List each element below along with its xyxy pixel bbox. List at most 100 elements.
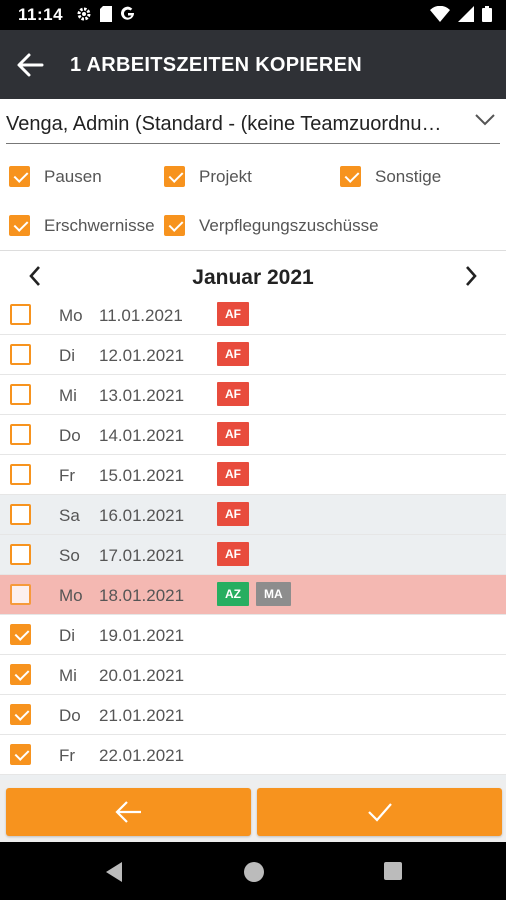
sd-card-icon <box>100 6 112 27</box>
filter-projekt-checkbox[interactable] <box>164 166 185 187</box>
day-date: 19.01.2021 <box>99 626 185 645</box>
day-date: 15.01.2021 <box>99 466 185 485</box>
action-bar <box>0 780 506 842</box>
page-title: 1 ARBEITSZEITEN KOPIEREN <box>70 54 363 76</box>
filter-erschwernisse[interactable]: Erschwernisse <box>9 215 155 236</box>
day-date: 16.01.2021 <box>99 506 185 525</box>
day-row[interactable]: Mo 11.01.2021 AF <box>0 295 506 335</box>
filter-erschwernisse-label: Erschwernisse <box>44 215 155 235</box>
day-name: Di <box>59 346 76 365</box>
user-select-dropdown[interactable]: Venga, Admin (Standard - (keine Teamzuor… <box>0 99 506 145</box>
filter-verpflegungszuschuesse-checkbox[interactable] <box>164 215 185 236</box>
badge-af: AF <box>217 422 249 446</box>
status-bar: 11:14 <box>0 0 506 30</box>
day-checkbox[interactable] <box>10 384 31 405</box>
day-date: 17.01.2021 <box>99 546 185 565</box>
day-name: Mi <box>59 666 77 685</box>
day-list: Mo 11.01.2021 AF Di 12.01.2021 AF Mi 13.… <box>0 295 506 780</box>
day-checkbox[interactable] <box>10 664 31 685</box>
badge-af: AF <box>217 302 249 326</box>
back-arrow-icon[interactable] <box>14 50 46 80</box>
day-checkbox[interactable] <box>10 424 31 445</box>
nav-recents-icon[interactable] <box>383 861 403 886</box>
day-row[interactable]: Mi 13.01.2021 AF <box>0 375 506 415</box>
filter-pausen-label: Pausen <box>44 166 102 186</box>
dropdown-underline <box>6 143 500 144</box>
filter-verpflegungszuschuesse-label: Verpflegungszuschüsse <box>199 215 379 235</box>
badge-af: AF <box>217 342 249 366</box>
battery-icon <box>482 6 492 27</box>
nav-back-icon[interactable] <box>104 861 124 888</box>
filter-sonstige[interactable]: Sonstige <box>340 166 441 187</box>
filter-projekt[interactable]: Projekt <box>164 166 252 187</box>
badge-ma: MA <box>256 582 291 606</box>
day-checkbox[interactable] <box>10 304 31 325</box>
day-row[interactable]: Fr 15.01.2021 AF <box>0 455 506 495</box>
day-row[interactable]: So 17.01.2021 AF <box>0 535 506 575</box>
signal-icon <box>458 6 474 27</box>
google-icon <box>120 6 136 27</box>
day-row[interactable]: Sa 16.01.2021 AF <box>0 495 506 535</box>
filter-pausen[interactable]: Pausen <box>9 166 102 187</box>
day-name: Fr <box>59 466 76 485</box>
filter-sonstige-label: Sonstige <box>375 166 442 186</box>
day-row[interactable]: Mi 20.01.2021 <box>0 655 506 695</box>
badge-af: AF <box>217 542 249 566</box>
day-name: Do <box>59 706 81 725</box>
badge-af: AF <box>217 502 249 526</box>
chevron-right-icon[interactable] <box>464 265 478 292</box>
filter-sonstige-checkbox[interactable] <box>340 166 361 187</box>
system-nav-bar <box>0 842 506 900</box>
chevron-down-icon <box>474 113 496 132</box>
day-name: Mo <box>59 586 83 605</box>
user-select-value: Venga, Admin (Standard - (keine Teamzuor… <box>6 113 442 135</box>
day-date: 11.01.2021 <box>99 306 183 325</box>
day-row[interactable]: Do 21.01.2021 <box>0 695 506 735</box>
day-date: 22.01.2021 <box>99 746 185 765</box>
day-date: 18.01.2021 <box>99 586 185 605</box>
badge-af: AF <box>217 382 249 406</box>
day-checkbox[interactable] <box>10 624 31 645</box>
day-row[interactable]: Mo 18.01.2021 AZ MA <box>0 575 506 615</box>
day-name: Mo <box>59 306 83 325</box>
day-name: Sa <box>59 506 80 525</box>
day-checkbox[interactable] <box>10 464 31 485</box>
day-row[interactable]: Do 14.01.2021 AF <box>0 415 506 455</box>
day-checkbox[interactable] <box>10 744 31 765</box>
day-date: 13.01.2021 <box>99 386 185 405</box>
day-name: Di <box>59 626 76 645</box>
app-bar: 1 ARBEITSZEITEN KOPIEREN <box>0 30 506 99</box>
filter-pausen-checkbox[interactable] <box>9 166 30 187</box>
status-time: 11:14 <box>18 5 64 24</box>
status-icons-left <box>76 6 136 27</box>
day-date: 14.01.2021 <box>99 426 185 445</box>
day-date: 12.01.2021 <box>99 346 185 365</box>
day-checkbox[interactable] <box>10 544 31 565</box>
settings-icon <box>76 6 92 27</box>
nav-home-icon[interactable] <box>243 861 265 888</box>
day-checkbox[interactable] <box>10 704 31 725</box>
filter-erschwernisse-checkbox[interactable] <box>9 215 30 236</box>
day-checkbox[interactable] <box>10 504 31 525</box>
day-date: 21.01.2021 <box>99 706 185 725</box>
day-name: Mi <box>59 386 77 405</box>
divider <box>0 250 506 251</box>
day-name: So <box>59 546 80 565</box>
day-row[interactable]: Di 19.01.2021 <box>0 615 506 655</box>
cancel-button[interactable] <box>6 788 251 836</box>
day-checkbox[interactable] <box>10 584 31 605</box>
month-label: Januar 2021 <box>192 266 314 289</box>
status-icons-right <box>430 5 492 27</box>
day-date: 20.01.2021 <box>99 666 185 685</box>
day-row[interactable]: Di 12.01.2021 AF <box>0 335 506 375</box>
day-row[interactable]: Fr 22.01.2021 <box>0 735 506 775</box>
confirm-button[interactable] <box>257 788 502 836</box>
day-name: Do <box>59 426 81 445</box>
day-name: Fr <box>59 746 76 765</box>
filter-verpflegungszuschuesse[interactable]: Verpflegungszuschüsse <box>164 215 379 236</box>
filter-projekt-label: Projekt <box>199 166 252 186</box>
day-checkbox[interactable] <box>10 344 31 365</box>
badge-af: AF <box>217 462 249 486</box>
badge-az: AZ <box>217 582 249 606</box>
wifi-icon <box>430 5 450 27</box>
